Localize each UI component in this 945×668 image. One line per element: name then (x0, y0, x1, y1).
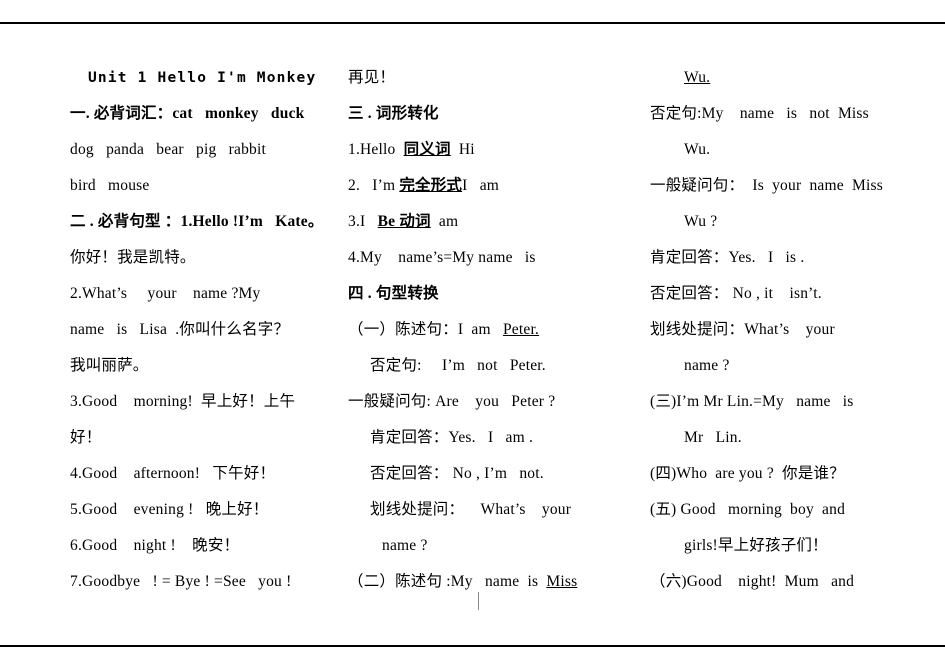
text-line: (五) Good morning boy and (650, 501, 846, 518)
text-line: 一般疑问句： Is your name Miss (650, 177, 883, 194)
text-line: 4.My name’s=My name is (348, 249, 536, 266)
document-title: Unit 1 Hello I'm Monkey (88, 70, 317, 86)
text-line: dog panda bear pig rabbit (70, 141, 266, 158)
text-cursor (478, 592, 479, 610)
text-line: 二 . 必背句型 ：1.Hello !I’m Kate。 (70, 213, 324, 230)
text-line: 否定回答： No , it isn’t. (650, 285, 822, 302)
text-line: 划线处提问： What’s your (370, 501, 572, 518)
text-line: 划线处提问：What’s your (650, 321, 835, 338)
inline-underline: Wu. (684, 69, 711, 86)
column-one: Unit 1 Hello I'm Monkey 一. 必背词汇：cat monk… (0, 60, 340, 600)
text-line: 4.Good afternoon! 下午好！ (70, 465, 276, 482)
text-line: 否定句:My name is not Miss (650, 105, 869, 122)
document-columns: Unit 1 Hello I'm Monkey 一. 必背词汇：cat monk… (0, 60, 945, 600)
text-line: 2.What’s your name ?My (70, 285, 261, 302)
text-line: 6.Good night ! 晚安！ (70, 537, 240, 554)
text-line: 1.Hello 同义词 Hi (348, 141, 475, 158)
text-line: （一）陈述句：I am Peter. (348, 321, 540, 338)
text-line: 一. 必背词汇：cat monkey duck (70, 105, 305, 122)
text-line: name is Lisa .你叫什么名字？ (70, 321, 290, 338)
text-line: 否定句: I’m not Peter. (370, 357, 546, 374)
text-line: 7.Goodbye ! = Bye ! =See you ! (70, 573, 292, 590)
top-rule-divider (0, 22, 945, 24)
text-line: 好！ (70, 429, 102, 446)
document-page: Unit 1 Hello I'm Monkey 一. 必背词汇：cat monk… (0, 0, 945, 668)
text-line: 2. I’m 完全形式I am (348, 177, 500, 194)
text-line: 我叫丽萨。 (70, 357, 149, 374)
text-line: 肯定回答：Yes. I am . (370, 429, 534, 446)
text-line: 再见！ (348, 69, 396, 86)
text-line: Mr Lin. (684, 429, 742, 446)
text-line: Wu ? (684, 213, 718, 230)
text-line: 四 . 句型转换 (348, 285, 439, 302)
text-line: (三)I’m Mr Lin.=My name is (650, 393, 854, 410)
text-line: 你好！我是凯特。 (70, 249, 196, 266)
text-line: name ? (684, 357, 730, 374)
inline-underline: Peter. (502, 321, 540, 338)
text-line: 5.Good evening ! 晚上好！ (70, 501, 269, 518)
text-line: bird mouse (70, 177, 150, 194)
inline-underline: 同义词 (403, 141, 451, 158)
inline-underline: Be 动词 (377, 213, 431, 230)
text-line: 3.I Be 动词 am (348, 213, 459, 230)
inline-underline: 完全形式 (399, 177, 463, 194)
inline-underline: Miss (546, 573, 578, 590)
text-line: name ? (382, 537, 428, 554)
text-line: (四)Who are you ? 你是谁？ (650, 465, 845, 482)
text-line: 3.Good morning! 早上好！上午 (70, 393, 296, 410)
text-line: 否定回答： No , I’m not. (370, 465, 544, 482)
column-two: 再见！ 三 . 词形转化 1.Hello 同义词 Hi 2. I’m 完全形式I… (340, 60, 640, 600)
column-three: Wu. 否定句:My name is not Miss Wu. 一般疑问句： I… (640, 60, 945, 600)
text-line: 肯定回答：Yes. I is . (650, 249, 805, 266)
text-line: girls!早上好孩子们！ (684, 537, 828, 554)
text-line: 三 . 词形转化 (348, 105, 439, 122)
text-line: Wu. (684, 141, 711, 158)
bottom-rule-divider (0, 645, 945, 647)
text-line: （二）陈述句 :My name is Miss (348, 573, 578, 590)
text-line: Wu. (650, 60, 937, 96)
text-line: （六)Good night! Mum and (650, 573, 855, 590)
text-line: 一般疑问句: Are you Peter ? (348, 393, 556, 410)
